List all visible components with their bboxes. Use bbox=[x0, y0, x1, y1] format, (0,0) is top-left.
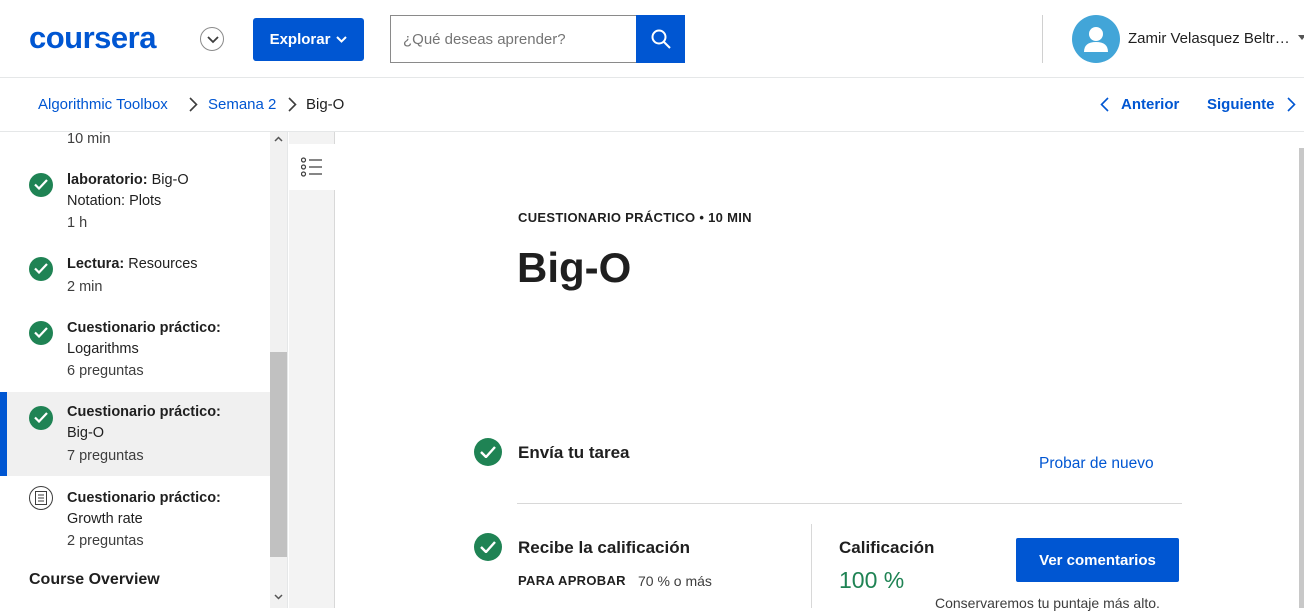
grade-value: 100 % bbox=[839, 567, 905, 593]
retry-link[interactable]: Probar de nuevo bbox=[1039, 455, 1154, 473]
user-icon bbox=[1084, 27, 1108, 52]
previous-label: Anterior bbox=[1121, 96, 1180, 113]
search-icon bbox=[651, 29, 671, 49]
item-title-text: Logarithms bbox=[67, 341, 139, 357]
chevron-right-icon bbox=[288, 97, 297, 112]
explore-label: Explorar bbox=[269, 31, 331, 48]
quiz-icon bbox=[29, 486, 53, 510]
previous-button[interactable]: Anterior bbox=[1100, 96, 1179, 113]
item-type: Lectura: bbox=[67, 256, 125, 272]
chevron-right-icon bbox=[189, 97, 198, 112]
item-meta: 6 preguntas bbox=[67, 363, 144, 379]
item-type: Cuestionario práctico: bbox=[67, 320, 221, 336]
divider-vertical bbox=[811, 524, 812, 608]
item-title-text: Resources bbox=[128, 256, 198, 272]
scroll-up-icon[interactable] bbox=[274, 136, 283, 142]
item-meta: 2 min bbox=[67, 279, 103, 295]
completed-check-icon bbox=[29, 173, 53, 197]
item-meta: 1 h bbox=[67, 215, 88, 231]
item-title-text: Growth rate bbox=[67, 511, 143, 527]
submit-step-title: Envía tu tarea bbox=[518, 443, 630, 462]
item-meta: 2 preguntas bbox=[67, 533, 144, 549]
search-input[interactable] bbox=[391, 16, 637, 62]
item-title: Cuestionario práctico: Big-O bbox=[67, 402, 267, 444]
item-title: laboratorio: Big-O Notation: Plots bbox=[67, 170, 267, 212]
explore-button[interactable]: Explorar bbox=[253, 18, 364, 61]
item-title-text: Big-O bbox=[151, 172, 189, 188]
item-title: Cuestionario práctico: Growth rate bbox=[67, 488, 267, 530]
completed-check-icon bbox=[29, 406, 53, 430]
item-title: Cuestionario práctico: Logarithms bbox=[67, 318, 267, 360]
chevron-down-icon[interactable] bbox=[200, 27, 224, 51]
sidebar-toggle-rail bbox=[289, 132, 335, 608]
item-type: Cuestionario práctico: bbox=[67, 490, 221, 506]
course-overview-heading[interactable]: Course Overview bbox=[29, 571, 160, 589]
item-title-line2: Notation: Plots bbox=[67, 193, 162, 209]
view-feedback-button[interactable]: Ver comentarios bbox=[1016, 538, 1179, 582]
item-meta: 7 preguntas bbox=[67, 448, 144, 464]
scroll-down-icon[interactable] bbox=[274, 594, 283, 600]
grade-label: Calificación bbox=[839, 538, 935, 557]
header-divider bbox=[1042, 15, 1043, 63]
pass-value: 70 % o más bbox=[638, 573, 712, 589]
page-title: Big-O bbox=[517, 244, 632, 291]
sidebar-item[interactable]: 10 min bbox=[0, 132, 270, 152]
top-header: coursera Explorar Zamir Velasquez Beltr… bbox=[0, 0, 1304, 78]
page-scrollbar[interactable] bbox=[1299, 148, 1304, 608]
highest-score-note: Conservaremos tu puntaje más alto. bbox=[935, 595, 1160, 611]
next-button[interactable]: Siguiente bbox=[1207, 96, 1296, 113]
sidebar-item-logarithms[interactable]: Cuestionario práctico: Logarithms 6 pregu… bbox=[0, 306, 270, 392]
item-title: Lectura: Resources bbox=[67, 254, 267, 275]
item-type: Cuestionario práctico: bbox=[67, 404, 221, 420]
toggle-outline-button[interactable] bbox=[289, 144, 335, 190]
chevron-down-icon[interactable] bbox=[1298, 35, 1304, 41]
list-icon bbox=[301, 157, 322, 177]
completed-check-icon bbox=[29, 321, 53, 345]
next-label: Siguiente bbox=[1207, 96, 1275, 113]
breadcrumb: Algorithmic Toolbox Semana 2 Big-O Anter… bbox=[0, 78, 1304, 132]
item-title-text: Big-O bbox=[67, 425, 105, 441]
chevron-left-icon bbox=[1100, 97, 1109, 112]
chevron-down-icon bbox=[336, 36, 348, 43]
course-sidebar: 10 min laboratorio: Big-O Notation: Plots… bbox=[0, 132, 288, 608]
completed-check-icon bbox=[29, 257, 53, 281]
chevron-right-icon bbox=[1286, 97, 1296, 112]
sidebar-item-growth-rate[interactable]: Cuestionario práctico: Growth rate 2 preg… bbox=[0, 476, 270, 562]
sidebar-scroll-thumb[interactable] bbox=[270, 352, 287, 557]
coursera-logo[interactable]: coursera bbox=[29, 20, 156, 56]
item-eyebrow: CUESTIONARIO PRÁCTICO • 10 MIN bbox=[518, 210, 752, 225]
search-button[interactable] bbox=[636, 15, 685, 63]
submitted-check-icon bbox=[474, 438, 502, 466]
breadcrumb-course[interactable]: Algorithmic Toolbox bbox=[38, 96, 168, 113]
grade-check-icon bbox=[474, 533, 502, 561]
grade-step-title: Recibe la calificación bbox=[518, 538, 690, 557]
item-type: laboratorio: bbox=[67, 172, 148, 188]
pass-label: PARA APROBAR bbox=[518, 573, 626, 588]
user-name[interactable]: Zamir Velasquez Beltr… bbox=[1128, 30, 1290, 47]
breadcrumb-week[interactable]: Semana 2 bbox=[208, 96, 276, 113]
item-meta: 10 min bbox=[67, 132, 111, 147]
sidebar-item-lab-big-o[interactable]: laboratorio: Big-O Notation: Plots 1 h bbox=[0, 158, 270, 242]
sidebar-item-resources[interactable]: Lectura: Resources 2 min bbox=[0, 242, 270, 306]
breadcrumb-current: Big-O bbox=[306, 96, 345, 113]
sidebar-item-big-o-active[interactable]: Cuestionario práctico: Big-O 7 preguntas bbox=[0, 392, 270, 476]
avatar[interactable] bbox=[1072, 15, 1120, 63]
divider bbox=[517, 503, 1182, 504]
search-field[interactable] bbox=[390, 15, 637, 63]
